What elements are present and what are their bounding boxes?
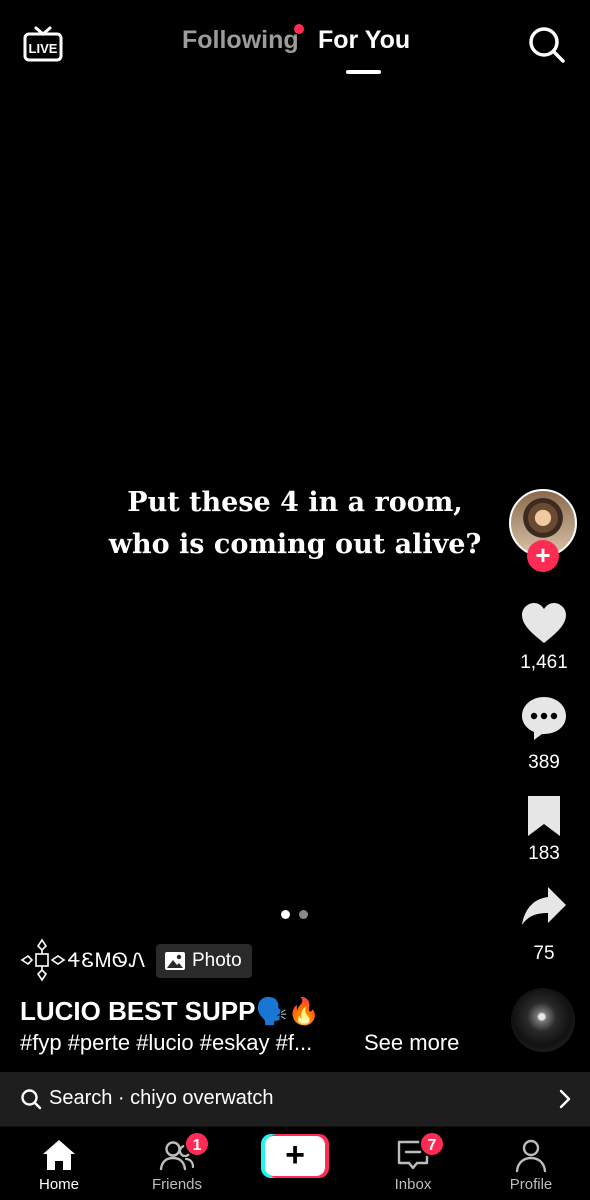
related-search-bar[interactable]: Search · chiyo overwatch bbox=[0, 1072, 590, 1126]
tab-for-you[interactable]: For You bbox=[318, 26, 410, 55]
post-caption: Put these 4 in a room, who is coming out… bbox=[0, 482, 590, 566]
tab-following[interactable]: Following bbox=[182, 26, 299, 55]
nav-inbox-label: Inbox bbox=[394, 1176, 432, 1193]
caption-line-2: who is coming out alive? bbox=[108, 529, 482, 560]
bookmark-icon bbox=[528, 796, 560, 836]
nav-inbox[interactable]: 7 Inbox bbox=[363, 1127, 463, 1200]
caption-line-1: Put these 4 in a room, bbox=[127, 487, 463, 518]
nav-profile[interactable]: Profile bbox=[481, 1127, 581, 1200]
author-name-text: ᏎᏋᎷᏫᏁ bbox=[68, 948, 147, 972]
nav-friends-label: Friends bbox=[151, 1176, 203, 1193]
create-button[interactable]: + bbox=[261, 1134, 329, 1178]
nav-home[interactable]: Home bbox=[9, 1127, 109, 1200]
nav-home-label: Home bbox=[38, 1176, 79, 1193]
image-icon bbox=[165, 952, 185, 970]
chevron-right-icon bbox=[559, 1089, 571, 1109]
following-new-dot bbox=[294, 24, 304, 34]
share-button[interactable] bbox=[520, 883, 568, 931]
photo-badge: Photo bbox=[156, 944, 252, 978]
author-emblem-icon bbox=[20, 938, 66, 982]
like-count: 1,461 bbox=[520, 652, 568, 673]
author-username[interactable]: ᏎᏋᎷᏫᏁ bbox=[20, 938, 146, 982]
friends-badge: 1 bbox=[184, 1131, 210, 1157]
related-search-text: Search · chiyo overwatch bbox=[49, 1087, 274, 1109]
post-hashtags[interactable]: #fyp #perte #lucio #eskay #f... bbox=[20, 1030, 312, 1056]
search-icon bbox=[529, 27, 565, 63]
share-count: 75 bbox=[533, 943, 555, 964]
search-button[interactable] bbox=[526, 24, 566, 64]
bookmark-count: 183 bbox=[528, 843, 560, 864]
comment-icon bbox=[522, 697, 566, 740]
heart-icon bbox=[522, 603, 566, 643]
follow-button[interactable]: + bbox=[527, 540, 559, 572]
plus-icon: + bbox=[265, 1136, 325, 1176]
bookmark-button[interactable] bbox=[520, 792, 568, 840]
feed-tabs: Following For You bbox=[0, 24, 590, 76]
like-button[interactable] bbox=[520, 600, 568, 648]
search-icon bbox=[21, 1089, 42, 1110]
home-icon bbox=[43, 1140, 75, 1170]
profile-icon bbox=[515, 1139, 547, 1173]
see-more-link[interactable]: See more bbox=[364, 1030, 459, 1056]
comment-count: 389 bbox=[528, 752, 560, 773]
pager-dot bbox=[299, 910, 308, 919]
nav-friends[interactable]: 1 Friends bbox=[127, 1127, 227, 1200]
comment-button[interactable] bbox=[520, 694, 568, 742]
active-tab-indicator bbox=[346, 70, 381, 74]
nav-profile-label: Profile bbox=[509, 1176, 553, 1193]
share-icon bbox=[522, 887, 566, 925]
pager-dot-active bbox=[281, 910, 290, 919]
music-disc[interactable] bbox=[511, 988, 575, 1052]
inbox-badge: 7 bbox=[419, 1131, 445, 1157]
post-title: LUCIO BEST SUPP🗣️🔥 bbox=[20, 996, 321, 1026]
photo-badge-label: Photo bbox=[192, 950, 242, 971]
